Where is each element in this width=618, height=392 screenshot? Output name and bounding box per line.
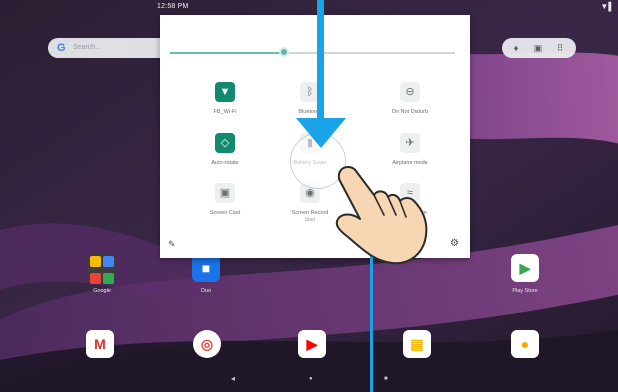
tile-label: FB_Wi-Fi <box>213 109 237 115</box>
app-duo[interactable]: ■ Duo <box>176 254 236 304</box>
auto-rotate-icon: ◇ <box>215 133 235 153</box>
search-placeholder: Search... <box>73 44 102 51</box>
tile-auto-rotate[interactable]: ◇ Auto-rotate <box>180 133 270 183</box>
app-play-store[interactable]: ▶ Play Store <box>495 254 555 304</box>
status-time: 12:58 PM <box>157 3 189 10</box>
tile-label: Do Not Disturb <box>391 109 429 115</box>
nav-back-icon[interactable]: ◂ <box>231 374 235 383</box>
play-store-icon: ▶ <box>511 254 539 282</box>
tile-label: Bluetooth <box>298 109 322 115</box>
settings-gear-icon[interactable]: ⚙ <box>450 238 459 249</box>
edit-pencil-icon[interactable]: ✎ <box>168 239 176 250</box>
brightness-fill <box>170 52 284 54</box>
chrome-icon[interactable]: ◎ <box>193 330 221 358</box>
brightness-thumb[interactable] <box>279 47 289 57</box>
tapping-hand-icon <box>335 166 428 265</box>
airplane-icon: ✈ <box>400 133 420 153</box>
slides-icon[interactable]: ▤ <box>403 330 431 358</box>
signal-battery-icon: ▼▌ <box>600 2 614 11</box>
status-bar: 12:58 PM ▼▌ <box>0 0 618 16</box>
mic-icon[interactable]: ♦ <box>510 42 522 54</box>
app-google-folder[interactable]: Google <box>72 254 132 304</box>
tile-label: Screen Cast <box>209 210 241 216</box>
brightness-slider[interactable] <box>170 47 455 57</box>
tile-wifi[interactable]: ▼ FB_Wi-Fi <box>180 82 270 132</box>
tile-do-not-disturb[interactable]: ⊖ Do Not Disturb <box>365 82 455 132</box>
nav-recents-icon[interactable]: ■ <box>384 376 388 382</box>
do-not-disturb-icon: ⊖ <box>400 82 420 102</box>
app-label: Play Store <box>512 288 538 294</box>
apps-grid-icon[interactable]: ⠿ <box>554 42 566 54</box>
search-bar-actions: ♦ ▣ ⠿ <box>502 38 576 58</box>
app-label: Duo <box>200 288 212 294</box>
duo-icon: ■ <box>192 254 220 282</box>
search-bar[interactable]: G Search... <box>48 38 178 58</box>
swipe-down-arrow-head-icon <box>296 118 346 148</box>
gmail-icon[interactable]: M <box>86 330 114 358</box>
google-folder-icon <box>88 254 116 284</box>
swipe-down-arrow <box>317 0 324 124</box>
tile-label: Auto-rotate <box>211 160 239 166</box>
nav-home-icon[interactable]: ● <box>309 376 313 382</box>
youtube-icon[interactable]: ▶ <box>298 330 326 358</box>
app-label: Google <box>93 288 111 294</box>
camera-icon[interactable]: ● <box>511 330 539 358</box>
wifi-icon: ▼ <box>215 82 235 102</box>
google-logo-icon: G <box>57 42 66 54</box>
lens-icon[interactable]: ▣ <box>532 42 544 54</box>
tile-screen-cast[interactable]: ▣ Screen Cast <box>180 183 270 233</box>
screen-cast-icon: ▣ <box>215 183 235 203</box>
